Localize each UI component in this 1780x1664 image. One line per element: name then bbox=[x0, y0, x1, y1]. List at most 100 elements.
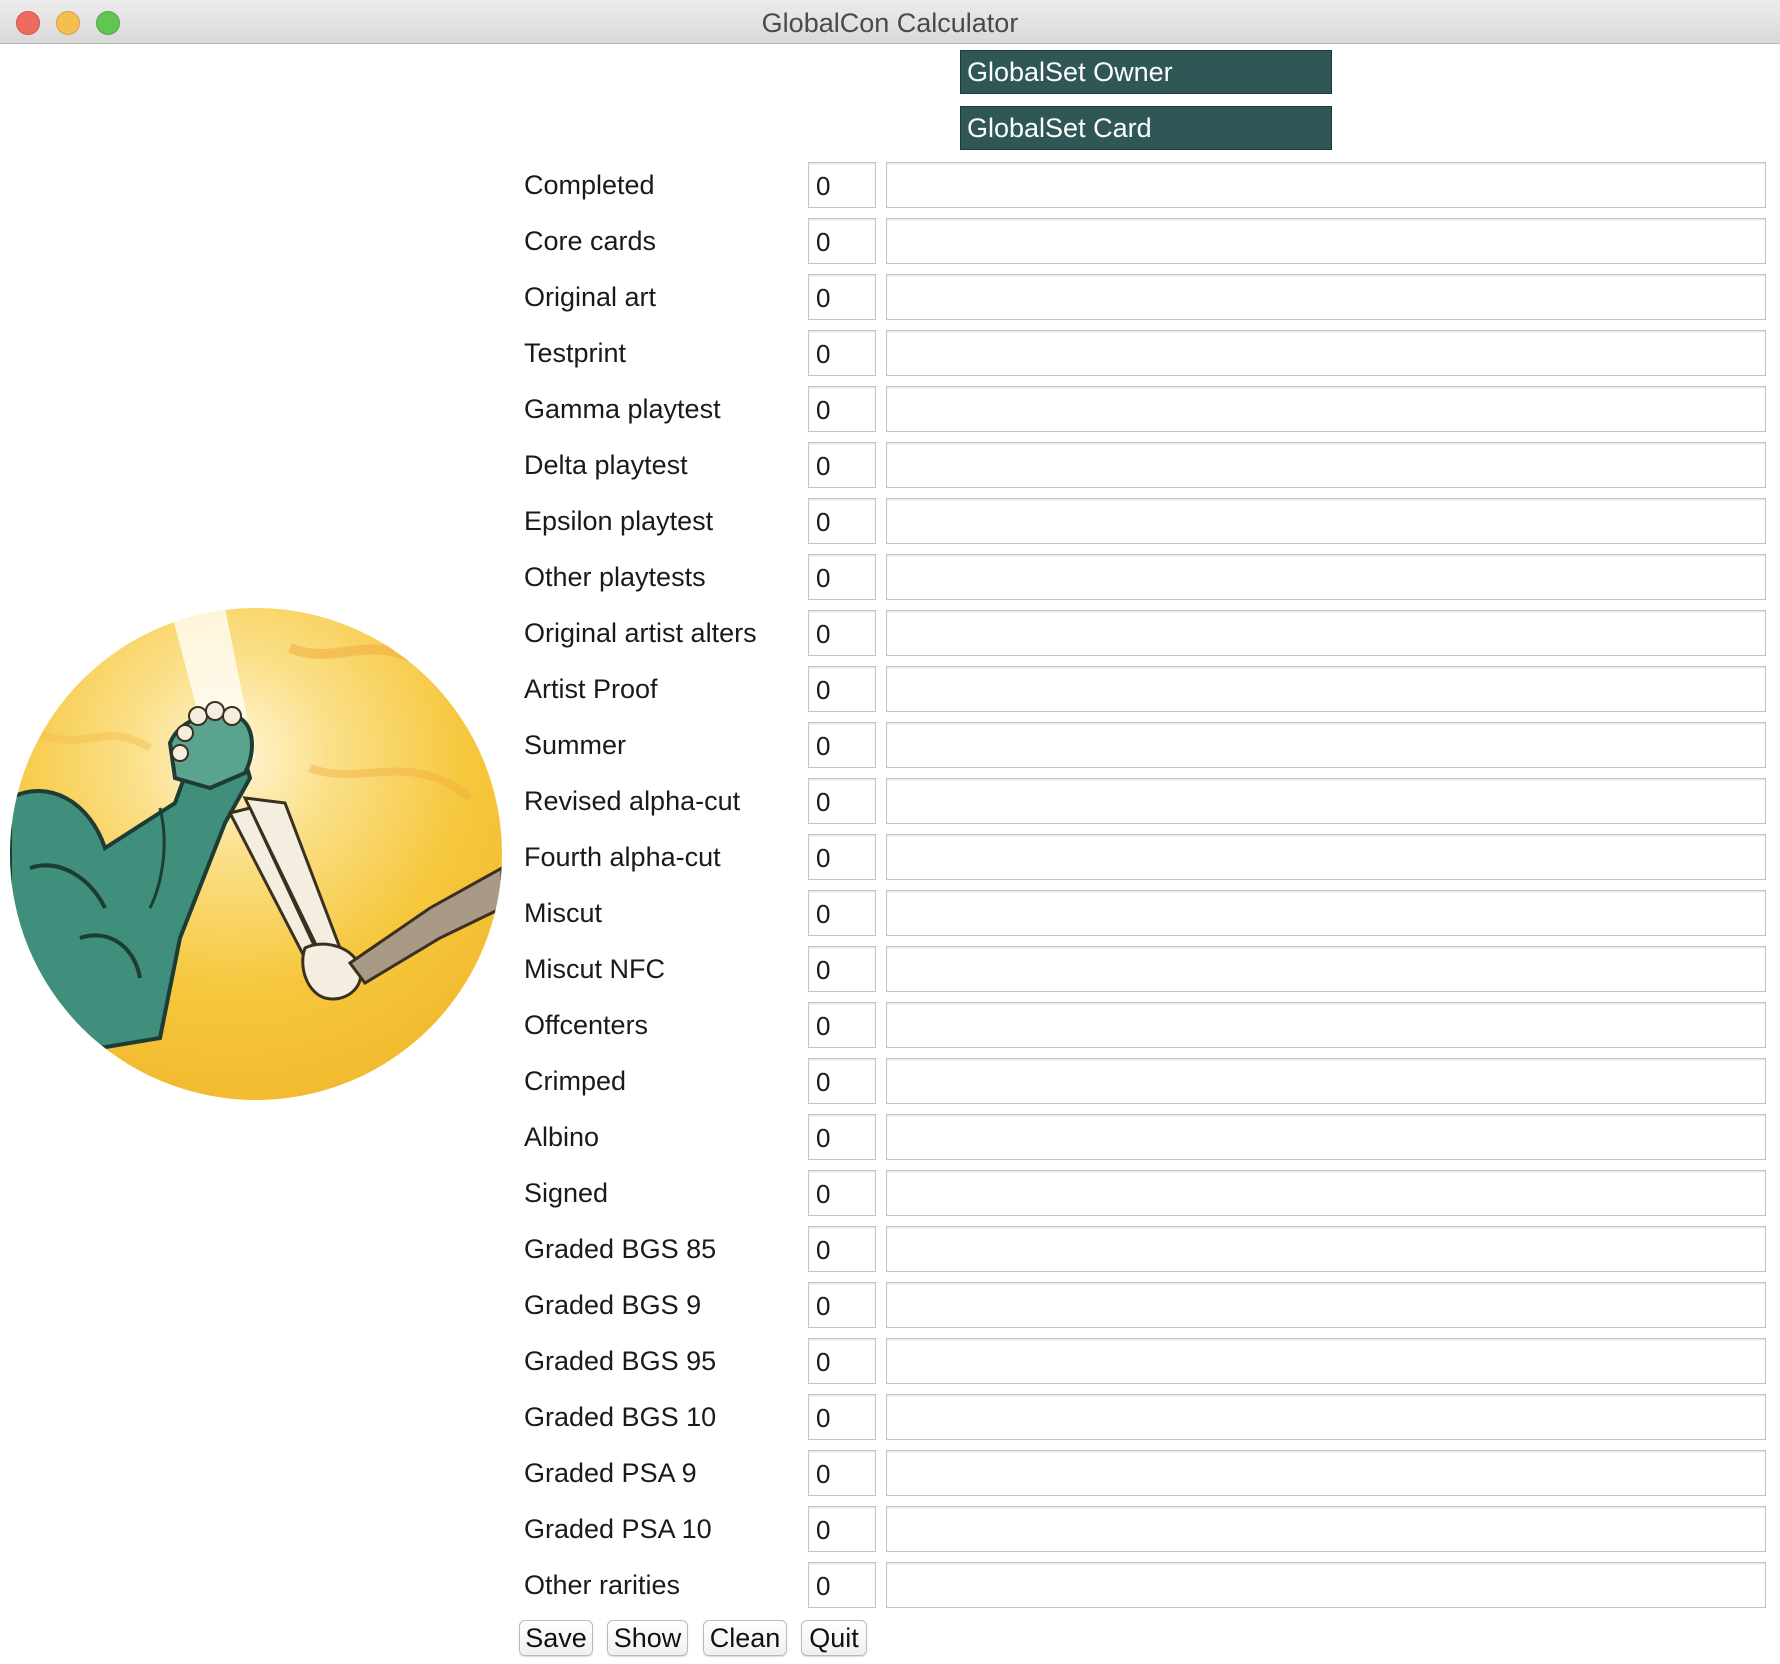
globalset-card-field[interactable]: GlobalSet Card bbox=[960, 106, 1332, 150]
notes-field[interactable] bbox=[886, 1394, 1766, 1440]
row-label: Offcenters bbox=[524, 1010, 649, 1040]
show-button[interactable]: Show bbox=[607, 1620, 688, 1656]
table-row: Fourth alpha-cut 0 bbox=[0, 834, 1780, 880]
table-row: Graded PSA 9 0 bbox=[0, 1450, 1780, 1496]
row-label: Signed bbox=[524, 1178, 609, 1208]
notes-field[interactable] bbox=[886, 778, 1766, 824]
notes-field[interactable] bbox=[886, 1562, 1766, 1608]
row-label: Core cards bbox=[524, 226, 657, 256]
notes-field[interactable] bbox=[886, 946, 1766, 992]
notes-field[interactable] bbox=[886, 498, 1766, 544]
table-row: Summer 0 bbox=[0, 722, 1780, 768]
table-row: Original art 0 bbox=[0, 274, 1780, 320]
save-button[interactable]: Save bbox=[519, 1620, 593, 1656]
notes-field[interactable] bbox=[886, 1282, 1766, 1328]
notes-field[interactable] bbox=[886, 386, 1766, 432]
count-field[interactable]: 0 bbox=[808, 1562, 876, 1608]
notes-field[interactable] bbox=[886, 442, 1766, 488]
table-row: Other rarities 0 bbox=[0, 1562, 1780, 1608]
table-row: Miscut 0 bbox=[0, 890, 1780, 936]
notes-field[interactable] bbox=[886, 666, 1766, 712]
table-row: Other playtests 0 bbox=[0, 554, 1780, 600]
table-row: Artist Proof 0 bbox=[0, 666, 1780, 712]
count-field[interactable]: 0 bbox=[808, 554, 876, 600]
count-field[interactable]: 0 bbox=[808, 1338, 876, 1384]
row-label: Summer bbox=[524, 730, 627, 760]
count-field[interactable]: 0 bbox=[808, 162, 876, 208]
count-field[interactable]: 0 bbox=[808, 610, 876, 656]
row-label: Testprint bbox=[524, 338, 627, 368]
notes-field[interactable] bbox=[886, 162, 1766, 208]
window-title: GlobalCon Calculator bbox=[761, 8, 1019, 38]
count-field[interactable]: 0 bbox=[808, 1282, 876, 1328]
table-row: Miscut NFC 0 bbox=[0, 946, 1780, 992]
count-field[interactable]: 0 bbox=[808, 722, 876, 768]
count-field[interactable]: 0 bbox=[808, 1450, 876, 1496]
table-row: Gamma playtest 0 bbox=[0, 386, 1780, 432]
row-label: Other playtests bbox=[524, 562, 706, 592]
table-row: Graded BGS 95 0 bbox=[0, 1338, 1780, 1384]
notes-field[interactable] bbox=[886, 1170, 1766, 1216]
table-row: Testprint 0 bbox=[0, 330, 1780, 376]
row-label: Gamma playtest bbox=[524, 394, 721, 424]
notes-field[interactable] bbox=[886, 1450, 1766, 1496]
row-label: Graded BGS 85 bbox=[524, 1234, 717, 1264]
notes-field[interactable] bbox=[886, 1338, 1766, 1384]
count-field[interactable]: 0 bbox=[808, 834, 876, 880]
notes-field[interactable] bbox=[886, 274, 1766, 320]
table-row: Signed 0 bbox=[0, 1170, 1780, 1216]
row-label: Miscut NFC bbox=[524, 954, 665, 984]
count-field[interactable]: 0 bbox=[808, 1002, 876, 1048]
quit-button[interactable]: Quit bbox=[801, 1620, 867, 1656]
row-label: Crimped bbox=[524, 1066, 627, 1096]
row-label: Graded BGS 10 bbox=[524, 1402, 717, 1432]
row-label: Graded BGS 9 bbox=[524, 1290, 702, 1320]
notes-field[interactable] bbox=[886, 610, 1766, 656]
count-field[interactable]: 0 bbox=[808, 666, 876, 712]
clean-button[interactable]: Clean bbox=[703, 1620, 787, 1656]
count-field[interactable]: 0 bbox=[808, 218, 876, 264]
row-label: Fourth alpha-cut bbox=[524, 842, 721, 872]
row-label: Albino bbox=[524, 1122, 600, 1152]
button-bar: Save Show Clean Quit bbox=[0, 1620, 1780, 1656]
table-row: Original artist alters 0 bbox=[0, 610, 1780, 656]
row-label: Delta playtest bbox=[524, 450, 688, 480]
count-field[interactable]: 0 bbox=[808, 442, 876, 488]
count-field[interactable]: 0 bbox=[808, 274, 876, 320]
notes-field[interactable] bbox=[886, 1002, 1766, 1048]
table-row: Albino 0 bbox=[0, 1114, 1780, 1160]
notes-field[interactable] bbox=[886, 1114, 1766, 1160]
count-field[interactable]: 0 bbox=[808, 1506, 876, 1552]
count-field[interactable]: 0 bbox=[808, 330, 876, 376]
count-field[interactable]: 0 bbox=[808, 1170, 876, 1216]
table-row: Epsilon playtest 0 bbox=[0, 498, 1780, 544]
row-label: Other rarities bbox=[524, 1570, 681, 1600]
row-label: Revised alpha-cut bbox=[524, 786, 741, 816]
notes-field[interactable] bbox=[886, 554, 1766, 600]
notes-field[interactable] bbox=[886, 722, 1766, 768]
table-row: Offcenters 0 bbox=[0, 1002, 1780, 1048]
notes-field[interactable] bbox=[886, 330, 1766, 376]
count-field[interactable]: 0 bbox=[808, 1114, 876, 1160]
count-field[interactable]: 0 bbox=[808, 498, 876, 544]
table-row: Core cards 0 bbox=[0, 218, 1780, 264]
count-field[interactable]: 0 bbox=[808, 890, 876, 936]
notes-field[interactable] bbox=[886, 1226, 1766, 1272]
count-field[interactable]: 0 bbox=[808, 778, 876, 824]
count-field[interactable]: 0 bbox=[808, 1394, 876, 1440]
count-field[interactable]: 0 bbox=[808, 386, 876, 432]
notes-field[interactable] bbox=[886, 890, 1766, 936]
count-field[interactable]: 0 bbox=[808, 1226, 876, 1272]
row-label: Miscut bbox=[524, 898, 603, 928]
notes-field[interactable] bbox=[886, 834, 1766, 880]
table-row: Revised alpha-cut 0 bbox=[0, 778, 1780, 824]
row-label: Graded PSA 10 bbox=[524, 1514, 712, 1544]
notes-field[interactable] bbox=[886, 1506, 1766, 1552]
notes-field[interactable] bbox=[886, 218, 1766, 264]
globalset-owner-field[interactable]: GlobalSet Owner bbox=[960, 50, 1332, 94]
notes-field[interactable] bbox=[886, 1058, 1766, 1104]
table-row: Completed 0 bbox=[0, 162, 1780, 208]
count-field[interactable]: 0 bbox=[808, 1058, 876, 1104]
table-row: Delta playtest 0 bbox=[0, 442, 1780, 488]
count-field[interactable]: 0 bbox=[808, 946, 876, 992]
